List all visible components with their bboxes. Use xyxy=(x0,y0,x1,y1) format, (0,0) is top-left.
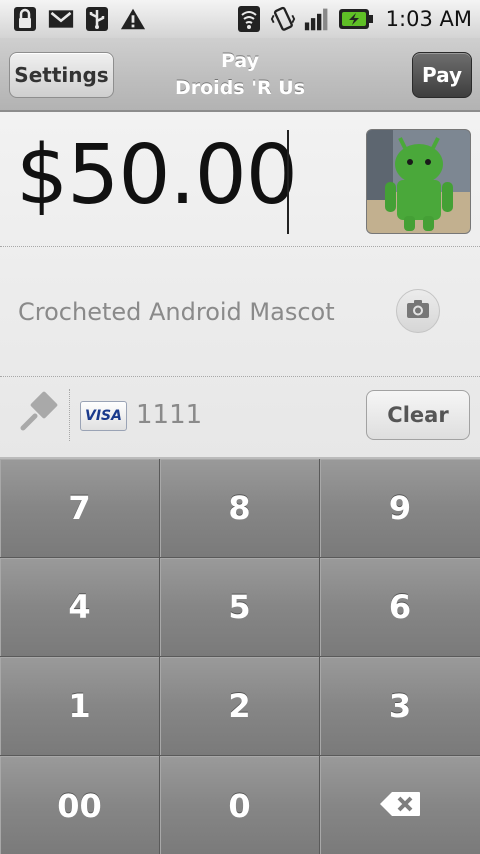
key-3[interactable]: 3 xyxy=(320,657,480,756)
key-0[interactable]: 0 xyxy=(160,756,320,854)
key-1[interactable]: 1 xyxy=(0,657,160,756)
key-00[interactable]: 00 xyxy=(0,756,160,854)
battery-charging-icon xyxy=(338,6,374,32)
payment-form: $50.00 Crocheted Android Mascot VISA 111… xyxy=(0,112,480,457)
key-8[interactable]: 8 xyxy=(160,459,320,558)
backspace-icon xyxy=(379,787,421,825)
status-bar: 1:03 AM xyxy=(0,0,480,38)
gmail-icon xyxy=(48,6,74,32)
key-6[interactable]: 6 xyxy=(320,558,480,657)
camera-button[interactable] xyxy=(396,289,440,333)
signal-icon xyxy=(304,6,330,32)
key-7[interactable]: 7 xyxy=(0,459,160,558)
camera-icon xyxy=(406,299,430,323)
visa-card-icon: VISA xyxy=(80,401,127,431)
title-action: Pay xyxy=(220,50,260,72)
lock-icon xyxy=(12,6,38,32)
key-4[interactable]: 4 xyxy=(0,558,160,657)
item-photo[interactable] xyxy=(366,129,471,234)
title-bar: Settings Pay Droids 'R Us Pay xyxy=(0,38,480,112)
pay-button[interactable]: Pay xyxy=(412,52,472,98)
backspace-button[interactable] xyxy=(320,756,480,854)
description-row: Crocheted Android Mascot xyxy=(0,247,480,377)
clear-button[interactable]: Clear xyxy=(366,390,470,440)
amount-row: $50.00 xyxy=(0,112,480,247)
usb-icon xyxy=(84,6,110,32)
card-last4: 1111 xyxy=(136,400,203,430)
card-reader-icon xyxy=(18,391,60,433)
key-5[interactable]: 5 xyxy=(160,558,320,657)
warning-icon xyxy=(120,6,146,32)
card-row: VISA 1111 Clear xyxy=(0,377,480,457)
vibrate-icon xyxy=(270,6,296,32)
page-title: Pay Droids 'R Us xyxy=(0,48,480,102)
key-2[interactable]: 2 xyxy=(160,657,320,756)
amount-field[interactable]: $50.00 xyxy=(16,128,298,223)
divider xyxy=(69,389,70,441)
text-cursor xyxy=(287,130,289,234)
clock: 1:03 AM xyxy=(385,7,472,31)
key-9[interactable]: 9 xyxy=(320,459,480,558)
description-field[interactable]: Crocheted Android Mascot xyxy=(18,298,335,326)
keypad: 7 8 9 4 5 6 1 2 3 00 0 xyxy=(0,457,480,854)
merchant-name: Droids 'R Us xyxy=(174,77,306,99)
wifi-icon xyxy=(236,6,262,32)
